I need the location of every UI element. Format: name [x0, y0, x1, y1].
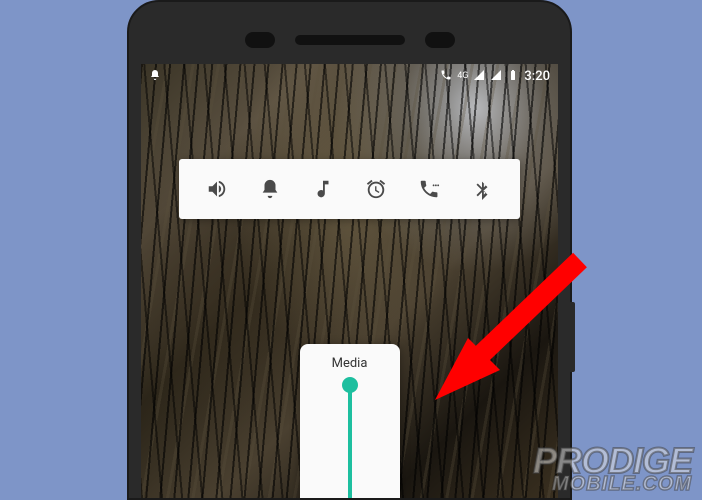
- alarm-icon[interactable]: [361, 174, 391, 204]
- phone-side-button: [570, 302, 575, 372]
- volume-icon-row: [179, 159, 520, 219]
- phone-icon[interactable]: [414, 174, 444, 204]
- media-volume-slider[interactable]: [348, 383, 352, 498]
- bell-icon[interactable]: [255, 174, 285, 204]
- music-note-icon[interactable]: [308, 174, 338, 204]
- phone-status-icon: [440, 69, 452, 84]
- network-label: 4G: [457, 71, 468, 81]
- battery-icon: [507, 69, 519, 84]
- bluetooth-icon[interactable]: [467, 174, 497, 204]
- media-volume-slider-card: Media: [300, 344, 400, 498]
- volume-icon[interactable]: [202, 174, 232, 204]
- media-slider-label: Media: [332, 356, 368, 371]
- signal-icon: [473, 69, 485, 84]
- signal-icon: [490, 69, 502, 84]
- phone-frame: 4G 3:20: [127, 0, 572, 500]
- notification-bell-icon: [149, 69, 161, 84]
- phone-screen: 4G 3:20: [141, 64, 558, 498]
- clock-time: 3:20: [524, 69, 550, 84]
- phone-speaker: [245, 32, 455, 48]
- status-bar: 4G 3:20: [141, 64, 558, 88]
- slider-thumb[interactable]: [342, 377, 358, 393]
